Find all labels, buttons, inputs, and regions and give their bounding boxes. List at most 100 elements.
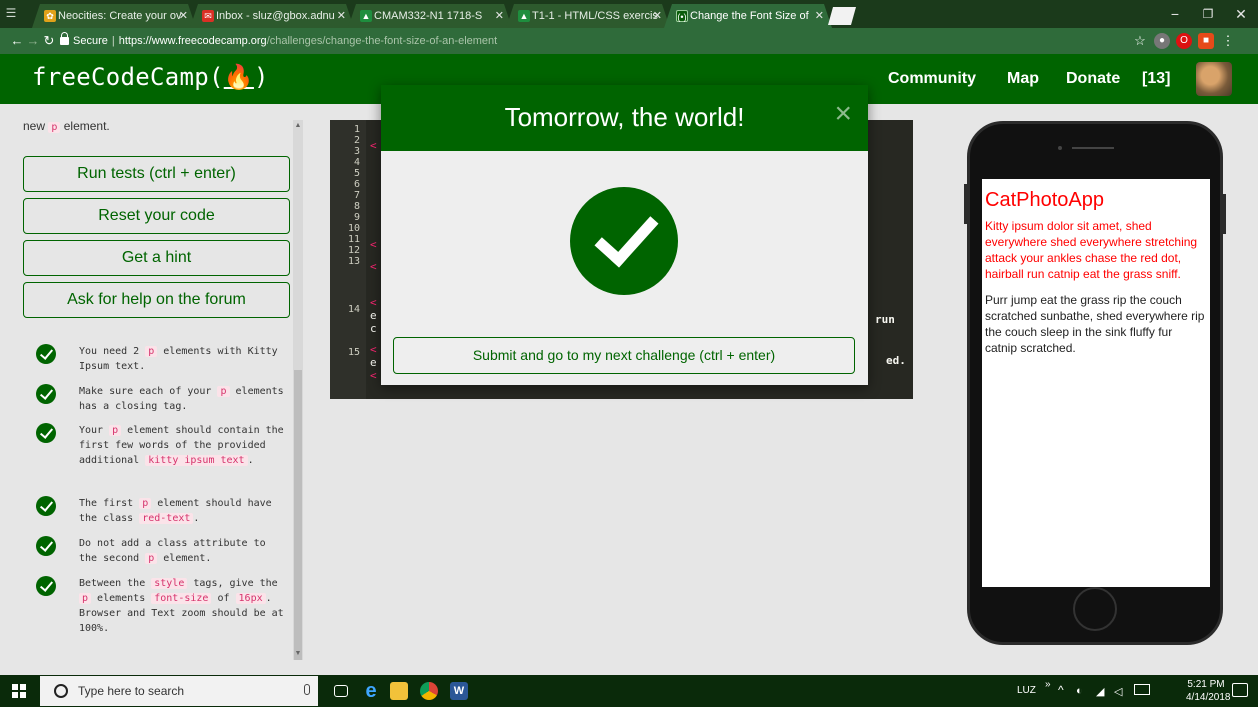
- gmail-icon: ✉: [202, 10, 214, 22]
- minimize-icon[interactable]: −: [1160, 4, 1190, 24]
- nav-points[interactable]: [13]: [1142, 70, 1170, 88]
- preview-red-paragraph: Kitty ipsum dolor sit amet, shed everywh…: [985, 219, 1198, 281]
- check-circle-icon: [36, 384, 56, 404]
- line-number: 11: [347, 234, 360, 245]
- test-text: Between the style tags, give the p eleme…: [79, 576, 284, 636]
- close-icon[interactable]: ✕: [337, 4, 346, 28]
- test-text-part: Between the: [79, 578, 152, 589]
- tab-neocities[interactable]: ✿ Neocities: Create your ov ✕: [32, 4, 196, 28]
- volume-icon[interactable]: ◁: [1114, 685, 1122, 698]
- tab-change-font-size[interactable]: (•) Change the Font Size of ✕: [664, 4, 832, 28]
- window-close-icon[interactable]: ✕: [1226, 4, 1256, 24]
- tab-label: CMAM332-N1 1718-S: [374, 10, 483, 22]
- scroll-up-icon[interactable]: ▲: [293, 120, 303, 132]
- code-chip: red-text: [139, 513, 194, 524]
- menu-dots-icon[interactable]: ⋮: [1220, 33, 1236, 49]
- close-icon[interactable]: ✕: [179, 4, 188, 28]
- url-field[interactable]: Secure | https://www.freecodecamp.org/chal…: [60, 32, 1100, 51]
- word-icon[interactable]: W: [450, 682, 468, 700]
- test-text: The first p element should have the clas…: [79, 496, 284, 526]
- test-text-part: element.: [157, 553, 212, 564]
- task-view-icon[interactable]: [334, 685, 348, 697]
- nav-community[interactable]: Community: [888, 70, 976, 88]
- modal-title: Tomorrow, the world!: [504, 102, 745, 132]
- scrollbar-thumb[interactable]: [294, 370, 302, 660]
- fcc-icon: (•): [677, 12, 687, 22]
- avatar[interactable]: [1196, 62, 1232, 96]
- tab-cmam332[interactable]: ▲ CMAM332-N1 1718-S ✕: [348, 4, 512, 28]
- phone-button: [1223, 194, 1226, 234]
- code-chip: p: [48, 122, 61, 133]
- tray-lang[interactable]: LUZ: [1017, 685, 1036, 696]
- classroom-icon: ▲: [519, 11, 529, 21]
- notification-icon[interactable]: [1232, 683, 1248, 697]
- check-circle-icon: [36, 423, 56, 443]
- scroll-down-icon[interactable]: ▼: [293, 648, 303, 660]
- code-chip: 16px: [235, 593, 266, 604]
- tray-overflow-icon[interactable]: »: [1045, 679, 1051, 690]
- test-text-part: tags, give the: [187, 578, 278, 589]
- instruction-text-prefix: new: [23, 119, 49, 133]
- file-explorer-icon[interactable]: [390, 682, 408, 700]
- restore-icon[interactable]: ❐: [1193, 4, 1223, 24]
- modal-header: Tomorrow, the world! ×: [381, 85, 868, 151]
- nav-map[interactable]: Map: [1007, 70, 1039, 88]
- edge-icon[interactable]: e: [362, 681, 380, 701]
- network-icon[interactable]: ◐: [1076, 685, 1083, 697]
- url-host: https://www.freecodecamp.org: [118, 35, 267, 47]
- search-placeholder: Type here to search: [78, 684, 185, 698]
- test-text: Do not add a class attribute to the seco…: [79, 536, 284, 566]
- wifi-icon[interactable]: ◢: [1096, 685, 1104, 698]
- new-tab-button[interactable]: [828, 7, 856, 25]
- code-fragment: ed.: [886, 354, 906, 367]
- star-icon[interactable]: ☆: [1132, 33, 1148, 49]
- code-chip: p: [79, 593, 92, 604]
- close-icon[interactable]: ×: [834, 97, 852, 131]
- code-chip: p: [217, 386, 230, 397]
- preview-heading: CatPhotoApp: [985, 189, 1104, 211]
- check-circle-icon: [36, 344, 56, 364]
- tab-label: Neocities: Create your ov: [58, 10, 182, 22]
- phone-frame: CatPhotoApp Kitty ipsum dolor sit amet, …: [964, 121, 1226, 645]
- extension-icon[interactable]: ●: [1154, 33, 1170, 49]
- tab-inbox[interactable]: ✉ Inbox - sluz@gbox.adnu ✕: [190, 4, 354, 28]
- forum-help-button[interactable]: Ask for help on the forum: [23, 282, 290, 318]
- keyboard-icon[interactable]: [1134, 684, 1150, 695]
- cortana-icon: [54, 684, 68, 698]
- check-circle-icon: [36, 576, 56, 596]
- code-fragment: e: [370, 309, 377, 322]
- run-tests-button[interactable]: Run tests (ctrl + enter): [23, 156, 290, 192]
- line-number: 14: [347, 304, 360, 315]
- code-fragment: <: [370, 238, 377, 251]
- chrome-icon[interactable]: [420, 682, 438, 700]
- close-icon[interactable]: ✕: [815, 4, 824, 28]
- tab-t1-1[interactable]: ▲ T1-1 - HTML/CSS exercis ✕: [506, 4, 670, 28]
- close-icon[interactable]: ✕: [495, 4, 504, 28]
- reset-code-button[interactable]: Reset your code: [23, 198, 290, 234]
- app-menu-icon[interactable]: ☰: [4, 3, 18, 23]
- sidebar-scrollbar[interactable]: ▲ ▼: [293, 120, 303, 660]
- test-text-part: elements: [91, 593, 152, 604]
- test-text-part: The first: [79, 498, 140, 509]
- opera-icon[interactable]: O: [1176, 33, 1192, 49]
- phone-button: [964, 184, 967, 224]
- nav-donate[interactable]: Donate: [1066, 70, 1120, 88]
- chevron-up-icon[interactable]: ^: [1058, 683, 1064, 697]
- logo-text-end: ): [253, 63, 269, 91]
- get-hint-button[interactable]: Get a hint: [23, 240, 290, 276]
- taskbar-search-input[interactable]: Type here to search: [40, 676, 318, 706]
- windows-start-icon[interactable]: [12, 684, 26, 698]
- success-modal: Tomorrow, the world! × Submit and go to …: [381, 85, 868, 385]
- line-number: 15: [347, 347, 360, 358]
- fcc-logo[interactable]: freeCodeCamp(🔥): [32, 63, 269, 91]
- test-text: Make sure each of your p elements has a …: [79, 384, 284, 414]
- test-text-part: .: [193, 513, 200, 524]
- submit-next-challenge-button[interactable]: Submit and go to my next challenge (ctrl…: [393, 337, 855, 374]
- test-text-part: Make sure each of your: [79, 386, 218, 397]
- reload-icon[interactable]: ↻: [40, 32, 58, 50]
- taskbar-clock[interactable]: 5:21 PM 4/14/2018: [1186, 678, 1231, 704]
- extension-icon[interactable]: ■: [1198, 33, 1214, 49]
- line-number: 4: [353, 157, 360, 168]
- microphone-icon[interactable]: [304, 684, 310, 695]
- close-icon[interactable]: ✕: [653, 4, 662, 28]
